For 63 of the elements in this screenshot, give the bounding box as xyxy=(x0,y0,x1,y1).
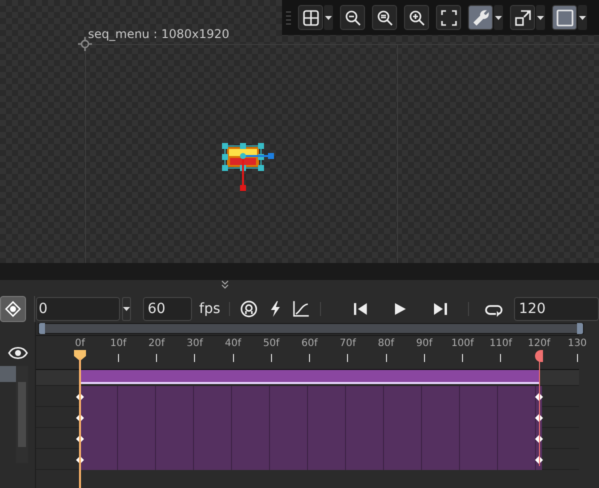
collapse-chevron-icon[interactable] xyxy=(220,280,230,290)
layer-track-bar[interactable] xyxy=(80,386,542,407)
ruler-label: 80f xyxy=(378,337,394,351)
toolbar-button[interactable] xyxy=(340,5,365,30)
curve-icon[interactable] xyxy=(292,300,310,318)
vertical-scrollbar[interactable] xyxy=(16,366,28,463)
ruler-label: 90f xyxy=(416,337,432,351)
ruler-label: 20f xyxy=(148,337,165,351)
layer-track-bar[interactable] xyxy=(80,449,542,470)
square-icon xyxy=(556,8,574,26)
skip-to-end-icon[interactable] xyxy=(433,302,448,316)
toolbar-button[interactable] xyxy=(404,5,429,30)
end-frame-field[interactable]: 120 xyxy=(514,297,599,321)
ruler-label: 110f xyxy=(489,337,512,351)
dropdown-button[interactable] xyxy=(122,297,131,321)
keyframe-icon xyxy=(4,301,21,317)
keyframe-button[interactable] xyxy=(0,296,26,322)
start-marker-icon[interactable] xyxy=(74,350,86,361)
ruler-label: 130 xyxy=(568,337,587,351)
zoom-reset-icon xyxy=(376,8,394,26)
ruler-label: 10f xyxy=(110,337,126,351)
caret-icon xyxy=(537,16,544,20)
toolbar-button[interactable] xyxy=(372,5,397,30)
toolbar-button[interactable] xyxy=(510,5,535,30)
toolbar-button[interactable] xyxy=(468,5,493,30)
onion-skin-icon[interactable] xyxy=(240,300,258,318)
caret-icon xyxy=(325,16,332,20)
drag-handle-icon xyxy=(286,10,291,24)
fullscreen-icon xyxy=(440,8,458,26)
dropdown-button[interactable] xyxy=(324,5,333,30)
ruler-label: 60f xyxy=(301,337,318,351)
grid-icon xyxy=(302,8,320,26)
ruler-label: 100f xyxy=(451,337,474,351)
caret-icon xyxy=(579,16,586,20)
play-icon[interactable] xyxy=(393,302,408,316)
ruler-label: 50f xyxy=(263,337,280,351)
zoom-out-icon xyxy=(344,8,362,26)
lightning-icon[interactable] xyxy=(268,300,282,318)
zoom-in-icon xyxy=(408,8,426,26)
caret-icon xyxy=(495,16,502,20)
ruler-label: 30f xyxy=(186,337,203,351)
dropdown-button[interactable] xyxy=(578,5,587,30)
ruler-label: 0f xyxy=(75,337,85,351)
wrench-icon xyxy=(472,8,490,26)
toolbar-button[interactable] xyxy=(436,5,461,30)
track-visibility-toggle[interactable] xyxy=(0,366,16,382)
fps-field[interactable]: 60 xyxy=(142,297,192,321)
ruler-label: 70f xyxy=(340,337,356,351)
toolbar-button[interactable] xyxy=(552,5,577,30)
toolbar-button[interactable] xyxy=(298,5,323,30)
dropdown-button[interactable] xyxy=(536,5,545,30)
dropdown-button[interactable] xyxy=(494,5,503,30)
skip-to-start-icon[interactable] xyxy=(354,302,368,316)
fps-label: fps xyxy=(199,300,220,318)
visibility-icon[interactable] xyxy=(8,346,28,360)
canvas-label: seq_menu : 1080x1920 xyxy=(88,26,230,43)
ruler-label: 40f xyxy=(224,337,242,351)
end-marker-icon[interactable] xyxy=(535,350,543,362)
caret-icon xyxy=(122,307,130,311)
frame-field[interactable]: 0 xyxy=(36,297,120,321)
ruler-label: 120f xyxy=(528,337,550,351)
sprite-gizmo-drawing xyxy=(221,143,276,193)
external-window-icon xyxy=(514,8,532,26)
